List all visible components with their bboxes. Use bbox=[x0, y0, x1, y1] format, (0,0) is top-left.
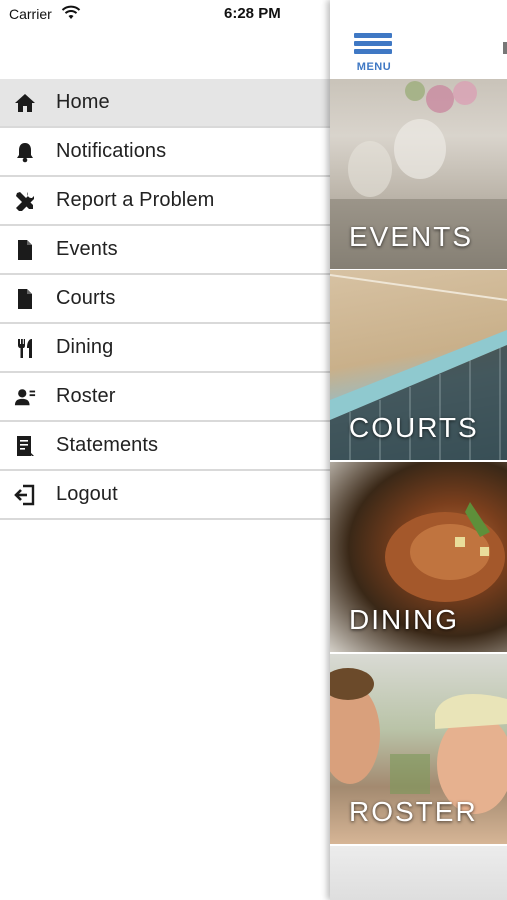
drawer-item-roster[interactable]: Roster bbox=[0, 373, 330, 422]
drawer-item-notifications[interactable]: Notifications bbox=[0, 128, 330, 177]
hamburger-icon bbox=[354, 33, 392, 38]
drawer-item-label: Home bbox=[56, 91, 110, 113]
menu-label: MENU bbox=[356, 61, 392, 73]
document-icon bbox=[14, 288, 36, 310]
drawer-item-report-problem[interactable]: Report a Problem bbox=[0, 177, 330, 226]
menu-button[interactable]: MENU bbox=[352, 33, 392, 73]
drawer-item-statements[interactable]: Statements bbox=[0, 422, 330, 471]
tile-label: EVENTS bbox=[349, 221, 474, 252]
tools-icon bbox=[14, 190, 36, 212]
person-list-icon bbox=[14, 386, 36, 408]
drawer-item-logout[interactable]: Logout bbox=[0, 471, 330, 520]
tile-dining[interactable]: DINING bbox=[330, 462, 507, 652]
home-icon bbox=[14, 92, 36, 114]
main-content-panel[interactable]: MENU EVENTS COURTS DINING ROSTER bbox=[330, 0, 507, 900]
logout-icon bbox=[14, 484, 36, 506]
wifi-icon bbox=[61, 5, 81, 26]
drawer-item-courts[interactable]: Courts bbox=[0, 275, 330, 324]
drawer-item-label: Events bbox=[56, 238, 118, 260]
drawer-item-label: Report a Problem bbox=[56, 189, 215, 211]
drawer-item-label: Logout bbox=[56, 483, 118, 505]
tile-label: ROSTER bbox=[349, 796, 478, 827]
drawer-item-label: Dining bbox=[56, 336, 114, 358]
clock: 6:28 PM bbox=[224, 5, 281, 22]
drawer-item-dining[interactable]: Dining bbox=[0, 324, 330, 373]
tile-roster[interactable]: ROSTER bbox=[330, 654, 507, 844]
utensils-icon bbox=[14, 337, 36, 359]
carrier-label: Carrier bbox=[9, 6, 52, 22]
tile-courts[interactable]: COURTS bbox=[330, 270, 507, 460]
drawer-item-label: Statements bbox=[56, 434, 159, 456]
side-drawer: Home Notifications Report a Problem Even… bbox=[0, 79, 330, 520]
drawer-item-events[interactable]: Events bbox=[0, 226, 330, 275]
bell-icon bbox=[14, 141, 36, 163]
drawer-item-home[interactable]: Home bbox=[0, 79, 330, 128]
tile-events[interactable]: EVENTS bbox=[330, 79, 507, 269]
header-edge-mark bbox=[503, 42, 507, 54]
drawer-item-label: Courts bbox=[56, 287, 116, 309]
drawer-item-label: Notifications bbox=[56, 140, 167, 162]
tile-next-partial[interactable] bbox=[330, 846, 507, 900]
statement-icon bbox=[14, 435, 36, 457]
tile-label: DINING bbox=[349, 604, 459, 635]
drawer-item-label: Roster bbox=[56, 385, 116, 407]
tile-label: COURTS bbox=[349, 412, 479, 443]
document-icon bbox=[14, 239, 36, 261]
